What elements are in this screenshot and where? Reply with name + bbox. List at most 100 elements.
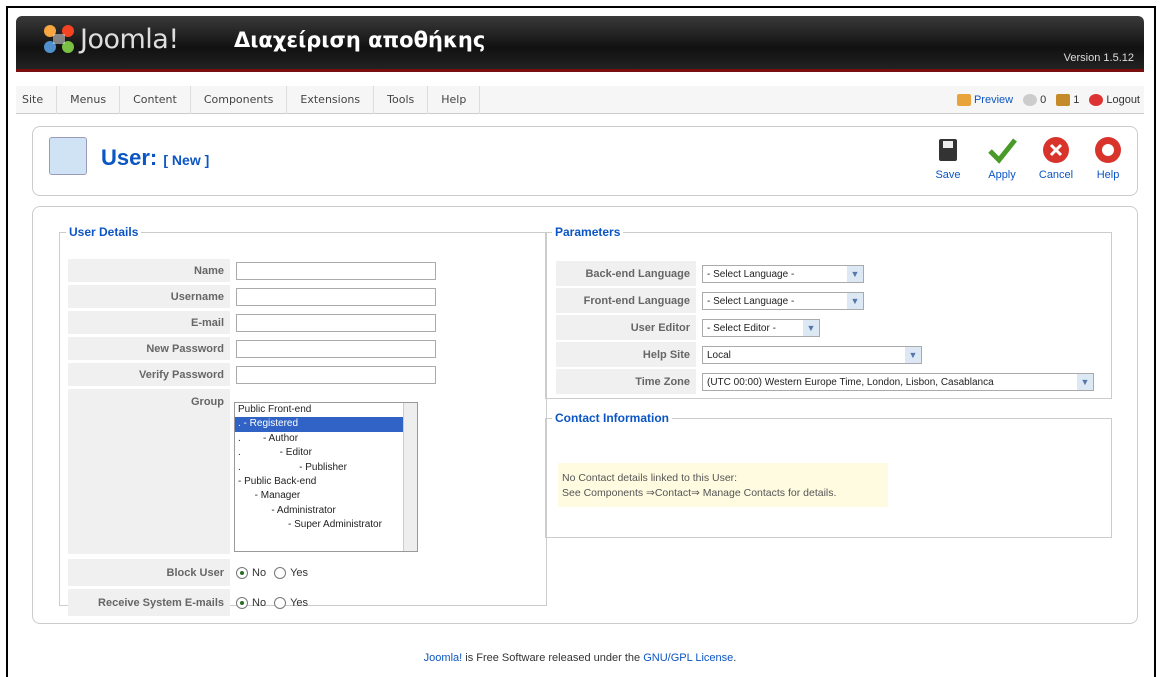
save-button[interactable]: Save <box>923 135 973 181</box>
apply-label: Apply <box>988 169 1016 181</box>
preview-link[interactable]: Preview <box>974 94 1013 106</box>
user-details-fieldset: User Details Name Username E-mail New Pa… <box>59 225 547 617</box>
backend-language-value: - Select Language - <box>707 268 795 280</box>
status-bar: Preview 0 1 Logout <box>956 86 1140 114</box>
new-password-input[interactable] <box>236 340 436 358</box>
username-label: Username <box>68 285 230 309</box>
brand-name: Joomla! <box>80 24 179 55</box>
email-label: E-mail <box>68 311 230 335</box>
users-online-icon <box>1056 94 1071 106</box>
block-yes-label: Yes <box>290 567 309 579</box>
cancel-label: Cancel <box>1038 169 1074 181</box>
group-option[interactable]: - Super Administrator <box>235 518 417 532</box>
email-input[interactable] <box>236 314 436 332</box>
user-details-legend: User Details <box>69 225 139 239</box>
block-yes-radio[interactable]: Yes <box>274 567 308 579</box>
footer-end: . <box>733 652 737 664</box>
page-title-text: User: <box>101 145 158 170</box>
frontend-language-label: Front-end Language <box>556 288 696 314</box>
time-zone-select[interactable]: (UTC 00:00) Western Europe Time, London,… <box>702 373 1094 391</box>
users-count[interactable]: 1 <box>1073 94 1079 106</box>
menu-help[interactable]: Help <box>428 86 481 114</box>
parameters-legend: Parameters <box>555 225 621 239</box>
contact-note-line2: See Components ⇒Contact⇒ Manage Contacts… <box>562 487 837 499</box>
new-password-label: New Password <box>68 337 230 361</box>
page-subtitle: [ New ] <box>163 152 210 168</box>
group-option[interactable]: . - Author <box>235 432 417 446</box>
preview-icon <box>956 94 971 106</box>
name-input[interactable] <box>236 262 436 280</box>
block-no-label: No <box>252 567 267 579</box>
checkmark-icon <box>988 138 1017 164</box>
menu-tools[interactable]: Tools <box>374 86 429 114</box>
user-editor-value: - Select Editor - <box>707 322 776 334</box>
cancel-button[interactable]: Cancel <box>1031 135 1081 181</box>
group-option-selected[interactable]: . - Registered <box>235 417 417 432</box>
cancel-icon <box>1043 137 1069 163</box>
group-option[interactable]: - Manager <box>235 489 417 503</box>
menu-menus[interactable]: Menus <box>57 86 121 114</box>
menu-extensions[interactable]: Extensions <box>287 86 375 114</box>
logout-link[interactable]: Logout <box>1106 94 1140 106</box>
content-box: User Details Name Username E-mail New Pa… <box>32 206 1138 624</box>
menu-content[interactable]: Content <box>120 86 191 114</box>
group-option[interactable]: - Public Back-end <box>235 475 417 489</box>
emails-no-radio[interactable]: No <box>236 597 266 609</box>
backend-language-label: Back-end Language <box>556 261 696 287</box>
menu-site[interactable]: Site <box>16 86 58 114</box>
joomla-link[interactable]: Joomla! <box>424 652 463 664</box>
block-no-radio[interactable]: No <box>236 567 266 579</box>
emails-yes-label: Yes <box>290 597 309 609</box>
help-button[interactable]: Help <box>1083 135 1133 181</box>
save-label: Save <box>935 169 961 181</box>
chevron-down-icon: ▼ <box>1077 374 1093 390</box>
help-site-label: Help Site <box>556 342 696 368</box>
user-editor-select[interactable]: - Select Editor - ▼ <box>702 319 820 337</box>
footer: Joomla! is Free Software released under … <box>0 652 1160 664</box>
listbox-scrollbar[interactable] <box>403 403 417 551</box>
footer-text: is Free Software released under the <box>462 652 644 664</box>
logout-icon <box>1089 94 1104 106</box>
page-title: User: [ New ] <box>101 145 209 171</box>
site-title: Διαχείριση αποθήκης <box>234 28 486 52</box>
time-zone-value: (UTC 00:00) Western Europe Time, London,… <box>707 376 994 388</box>
lifebuoy-icon <box>1095 137 1121 163</box>
receive-emails-label: Receive System E-mails <box>68 589 230 617</box>
group-listbox[interactable]: Public Front-end . - Registered . - Auth… <box>234 402 418 552</box>
chevron-down-icon: ▼ <box>803 320 819 336</box>
block-user-label: Block User <box>68 559 230 587</box>
contact-note-line1: No Contact details linked to this User: <box>562 472 738 484</box>
backend-language-select[interactable]: - Select Language - ▼ <box>702 265 864 283</box>
license-link[interactable]: GNU/GPL License <box>643 652 733 664</box>
frontend-language-value: - Select Language - <box>707 295 795 307</box>
user-editor-label: User Editor <box>556 315 696 341</box>
menu-bar: Site Menus Content Components Extensions… <box>16 86 1144 114</box>
group-option[interactable]: Public Front-end <box>235 403 417 417</box>
joomla-logo-icon <box>44 25 74 53</box>
menu-components[interactable]: Components <box>191 86 288 114</box>
help-site-select[interactable]: Local ▼ <box>702 346 922 364</box>
verify-password-input[interactable] <box>236 366 436 384</box>
group-label: Group <box>68 389 230 555</box>
help-site-value: Local <box>707 349 731 361</box>
chevron-down-icon: ▼ <box>847 293 863 309</box>
messages-count[interactable]: 0 <box>1040 94 1046 106</box>
parameters-fieldset: Parameters Back-end Language - Select Lan… <box>545 225 1112 399</box>
verify-password-label: Verify Password <box>68 363 230 387</box>
version-label: Version 1.5.12 <box>1063 52 1134 64</box>
save-icon <box>939 139 957 161</box>
help-label: Help <box>1096 169 1120 181</box>
group-option[interactable]: - Administrator <box>235 504 417 518</box>
chevron-down-icon: ▼ <box>905 347 921 363</box>
contact-note: No Contact details linked to this User: … <box>558 463 888 507</box>
emails-yes-radio[interactable]: Yes <box>274 597 308 609</box>
messages-icon <box>1023 94 1038 106</box>
contact-fieldset: Contact Information No Contact details l… <box>545 411 1112 538</box>
apply-button[interactable]: Apply <box>977 135 1027 181</box>
name-label: Name <box>68 259 230 283</box>
time-zone-label: Time Zone <box>556 369 696 395</box>
group-option[interactable]: . - Publisher <box>235 461 417 475</box>
frontend-language-select[interactable]: - Select Language - ▼ <box>702 292 864 310</box>
group-option[interactable]: . - Editor <box>235 446 417 460</box>
username-input[interactable] <box>236 288 436 306</box>
